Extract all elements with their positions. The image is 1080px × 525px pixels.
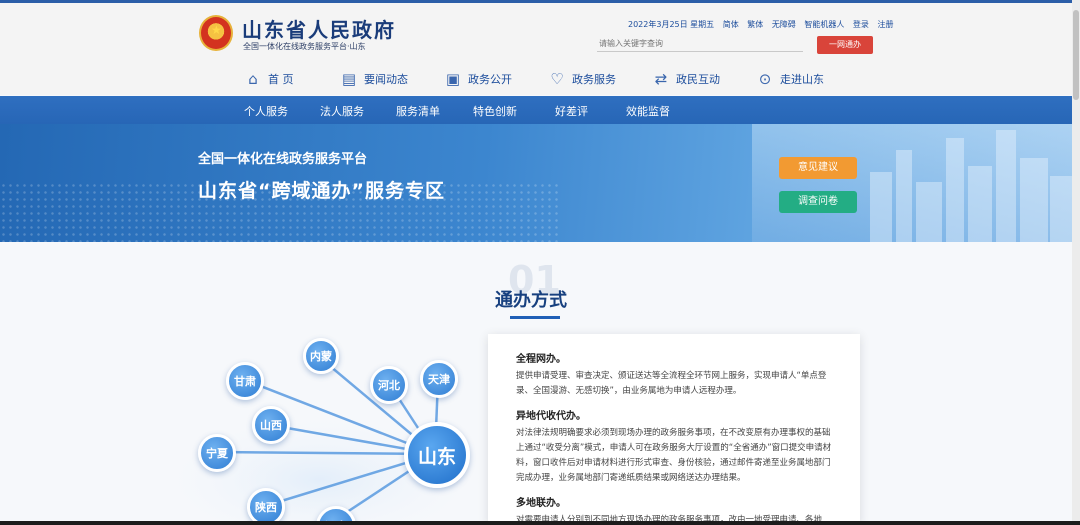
banner-subtitle: 全国一体化在线政务服务平台 [198, 152, 368, 167]
subnav-supervision[interactable]: 效能监督 [626, 103, 670, 119]
site-subtitle: 全国一体化在线政务服务平台·山东 [243, 42, 366, 51]
link-traditional[interactable]: 繁体 [747, 20, 763, 29]
section-title: 通办方式 [495, 290, 567, 311]
taskbar-edge [0, 521, 1080, 525]
interaction-icon: ⇄ [654, 70, 668, 88]
location-icon: ⊙ [758, 70, 772, 88]
nav-gov-services[interactable]: ♡ 政务服务 [548, 67, 616, 91]
subnav-rating[interactable]: 好差评 [555, 103, 588, 119]
methods-card: 全程网办。 提供申请受理、审查决定、颁证送达等全流程全环节网上服务，实现申请人“… [488, 334, 860, 525]
link-login[interactable]: 登录 [853, 20, 869, 29]
date-text: 2022年3月25日 星期五 [628, 20, 715, 29]
province-network-diagram: 内蒙 甘肃 河北 天津 山西 宁夏 陕西 河南 山东 [150, 330, 490, 525]
banner: 全国一体化在线政务服务平台 山东省“跨域通办”服务专区 意见建议 调查问卷 [0, 124, 1072, 242]
nav-interaction[interactable]: ⇄ 政民互动 [652, 67, 720, 91]
province-ningxia[interactable]: 宁夏 [198, 434, 236, 472]
link-robot[interactable]: 智能机器人 [804, 20, 844, 29]
province-tianjin[interactable]: 天津 [420, 360, 458, 398]
subnav-innovation[interactable]: 特色创新 [473, 103, 517, 119]
feedback-button[interactable]: 意见建议 [779, 157, 857, 179]
heart-icon: ♡ [550, 70, 564, 88]
link-simplified[interactable]: 简体 [723, 20, 739, 29]
link-register[interactable]: 注册 [877, 20, 893, 29]
vertical-scrollbar[interactable] [1072, 0, 1080, 525]
search-input[interactable] [597, 36, 803, 52]
site-title[interactable]: 山东省人民政府 [242, 14, 396, 43]
method-heading: 多地联办。 [516, 498, 566, 509]
method-text: 提供申请受理、审查决定、颁证送达等全流程全环节网上服务，实现申请人“单点登录、全… [516, 371, 827, 396]
subnav-corporate[interactable]: 法人服务 [320, 103, 364, 119]
national-emblem-logo[interactable] [199, 15, 233, 51]
province-gansu[interactable]: 甘肃 [226, 362, 264, 400]
site-header: 山东省人民政府 全国一体化在线政务服务平台·山东 2022年3月25日 星期五 … [0, 3, 1072, 95]
province-neimeng[interactable]: 内蒙 [303, 338, 339, 374]
briefcase-icon: ▣ [445, 70, 461, 88]
subnav-personal[interactable]: 个人服务 [244, 103, 288, 119]
survey-button[interactable]: 调查问卷 [779, 191, 857, 213]
section-underline [510, 316, 560, 319]
search-button[interactable]: 一网通办 [817, 36, 873, 54]
nav-home[interactable]: ⌂ 首 页 [244, 67, 293, 91]
top-links: 2022年3月25日 星期五 简体 繁体 无障碍 智能机器人 登录 注册 [628, 19, 899, 30]
sub-nav: 个人服务 法人服务 服务清单 特色创新 好差评 效能监督 [0, 96, 1072, 124]
nav-public-affairs[interactable]: ▣ 政务公开 [444, 67, 512, 91]
subnav-service-list[interactable]: 服务清单 [396, 103, 440, 119]
nav-shandong[interactable]: ⊙ 走进山东 [756, 67, 824, 91]
news-icon: ▤ [341, 70, 357, 88]
link-accessibility[interactable]: 无障碍 [772, 20, 796, 29]
nav-news[interactable]: ▤ 要闻动态 [340, 67, 408, 91]
scrollbar-thumb[interactable] [1073, 10, 1079, 100]
province-hebei[interactable]: 河北 [370, 366, 408, 404]
province-shaanxi[interactable]: 陕西 [247, 488, 285, 525]
home-icon: ⌂ [248, 70, 258, 88]
banner-title: 山东省“跨域通办”服务专区 [198, 180, 445, 202]
method-text: 对法律法规明确要求必须到现场办理的政务服务事项，在不改变原有办理事权的基础上通过… [516, 428, 832, 483]
province-shandong-center[interactable]: 山东 [404, 422, 470, 488]
method-heading: 异地代收代办。 [516, 411, 586, 422]
method-heading: 全程网办。 [516, 354, 566, 365]
province-shanxi[interactable]: 山西 [252, 406, 290, 444]
